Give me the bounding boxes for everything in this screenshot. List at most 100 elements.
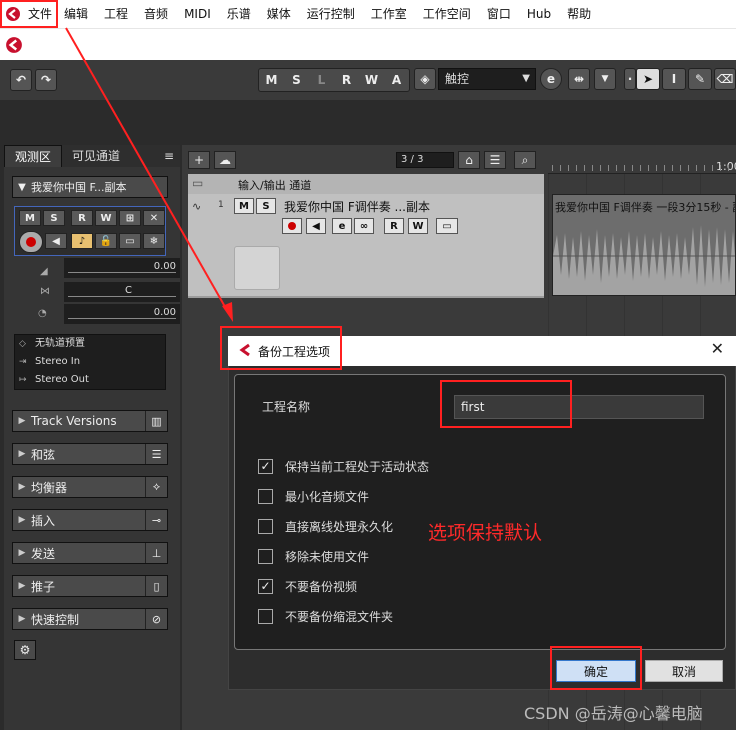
menu-file[interactable]: 文件 bbox=[24, 0, 56, 28]
menu-help[interactable]: 帮助 bbox=[559, 0, 599, 28]
checkbox-freeze-edits[interactable] bbox=[258, 518, 273, 534]
audio-track[interactable]: ∿ 1 M S 我爱你中国 F调伴奏 ...副本 ◀ e ∞ R W ▭ bbox=[188, 194, 544, 296]
cubase-logo-icon bbox=[238, 342, 254, 361]
menu-hub[interactable]: Hub bbox=[519, 0, 559, 28]
option-freeze-edits[interactable]: 直接离线处理永久化 bbox=[258, 516, 393, 536]
menu-studio[interactable]: 工作室 bbox=[363, 0, 415, 28]
checkbox-no-mixdown[interactable] bbox=[258, 608, 273, 624]
audio-event[interactable]: 我爱你中国 F调伴奏 一段3分15秒 - 副本 bbox=[552, 194, 736, 296]
volume-fader[interactable]: 0.00 bbox=[64, 258, 180, 278]
checkbox-remove-unused[interactable] bbox=[258, 548, 273, 564]
cloud-icon[interactable]: ☁ bbox=[214, 151, 236, 169]
project-name-input[interactable] bbox=[454, 395, 704, 419]
cancel-button[interactable]: 取消 bbox=[645, 660, 723, 682]
menu-midi[interactable]: MIDI bbox=[176, 0, 219, 28]
time-ruler[interactable]: 1:00 bbox=[548, 148, 736, 174]
checkbox-keep-active[interactable]: ✓ bbox=[258, 458, 273, 474]
delay-fader[interactable]: 0.00 bbox=[64, 304, 180, 324]
output-routing[interactable]: ↦ Stereo Out bbox=[15, 371, 165, 389]
section-track-versions[interactable]: ▶ Track Versions ▥ bbox=[12, 410, 168, 432]
pencil-tool-icon[interactable]: ✎ bbox=[688, 68, 712, 90]
add-track-icon[interactable]: + bbox=[188, 151, 210, 169]
track-state-group: M S L R W A bbox=[258, 68, 410, 92]
track-record-icon[interactable] bbox=[282, 218, 302, 234]
read-button[interactable]: R bbox=[334, 69, 359, 91]
section-inserts[interactable]: ▶ 插入 ⊸ bbox=[12, 509, 168, 531]
redo-button[interactable]: ↷ bbox=[35, 69, 57, 91]
menu-audio[interactable]: 音频 bbox=[136, 0, 176, 28]
edit-channel-icon[interactable]: ⊞ bbox=[119, 210, 141, 226]
range-tool-icon[interactable]: I bbox=[662, 68, 686, 90]
track-solo-button[interactable]: S bbox=[256, 198, 276, 214]
track-read-button[interactable]: R bbox=[384, 218, 404, 234]
menu-window[interactable]: 窗口 bbox=[479, 0, 519, 28]
eraser-tool-icon[interactable]: ⌫ bbox=[714, 68, 736, 90]
close-icon[interactable]: ✕ bbox=[711, 339, 724, 358]
lock-icon[interactable]: 🔓 bbox=[95, 233, 117, 249]
section-sends[interactable]: ▶ 发送 ⊥ bbox=[12, 542, 168, 564]
monitor-icon[interactable]: ◀ bbox=[45, 233, 67, 249]
track-mute-button[interactable]: M bbox=[234, 198, 254, 214]
track-visibility-icon[interactable]: ⌂ bbox=[458, 151, 480, 169]
menu-media[interactable]: 媒体 bbox=[259, 0, 299, 28]
lanes-icon[interactable]: ▭ bbox=[119, 233, 141, 249]
menu-project[interactable]: 工程 bbox=[96, 0, 136, 28]
inspector-mute-button[interactable]: M bbox=[19, 210, 41, 226]
edit-icon[interactable]: e bbox=[540, 68, 562, 90]
tab-visibility[interactable]: 可见通道 bbox=[62, 145, 130, 167]
track-monitor-icon[interactable]: ◀ bbox=[306, 218, 326, 234]
checkbox-minimize-audio[interactable] bbox=[258, 488, 273, 504]
automation-mode-icon[interactable]: ◈ bbox=[414, 68, 436, 90]
track-name: 我爱你中国 F调伴奏 ...副本 bbox=[284, 200, 430, 214]
option-no-video[interactable]: ✓ 不要备份视频 bbox=[258, 576, 357, 596]
track-preset-slot[interactable]: ◇ 无轨道预置 bbox=[15, 335, 165, 353]
ok-button[interactable]: 确定 bbox=[556, 660, 636, 682]
bypass-icon[interactable]: ✕ bbox=[143, 210, 165, 226]
timebase-icon[interactable]: ♪ bbox=[71, 233, 93, 249]
track-edit-icon[interactable]: e bbox=[332, 218, 352, 234]
folder-track-name: 输入/输出 通道 bbox=[238, 179, 312, 192]
option-minimize-audio[interactable]: 最小化音频文件 bbox=[258, 486, 369, 506]
snap-icon[interactable]: ⇹ bbox=[568, 68, 590, 90]
track-lanes-icon[interactable]: ▭ bbox=[436, 218, 458, 234]
gear-icon[interactable]: ⚙ bbox=[14, 640, 36, 660]
track-link-icon[interactable]: ∞ bbox=[354, 218, 374, 234]
option-no-mixdown[interactable]: 不要备份缩混文件夹 bbox=[258, 606, 393, 626]
solo-button[interactable]: S bbox=[284, 69, 309, 91]
menu-edit[interactable]: 编辑 bbox=[56, 0, 96, 28]
inspector-track-header[interactable]: ▼ 我爱你中国 F...副本 bbox=[12, 176, 168, 198]
automation-mode-select[interactable]: 触控 ▼ bbox=[438, 68, 536, 90]
search-icon[interactable]: ⌕ bbox=[514, 151, 536, 169]
menu-workspaces[interactable]: 工作空间 bbox=[415, 0, 479, 28]
option-remove-unused[interactable]: 移除未使用文件 bbox=[258, 546, 369, 566]
track-versions-icon: ▥ bbox=[145, 411, 167, 431]
tab-inspector[interactable]: 观测区 bbox=[4, 145, 63, 167]
section-chords[interactable]: ▶ 和弦 ☰ bbox=[12, 443, 168, 465]
menu-transport[interactable]: 运行控制 bbox=[299, 0, 363, 28]
option-keep-active[interactable]: ✓ 保持当前工程处于活动状态 bbox=[258, 456, 429, 476]
write-button[interactable]: W bbox=[359, 69, 384, 91]
listen-button[interactable]: L bbox=[309, 69, 334, 91]
input-routing[interactable]: ⇥ Stereo In bbox=[15, 353, 165, 371]
pointer-tool-icon[interactable]: ➤ bbox=[636, 68, 660, 90]
chevron-down-icon[interactable]: ▼ bbox=[594, 68, 616, 90]
track-write-button[interactable]: W bbox=[408, 218, 428, 234]
mute-button[interactable]: M bbox=[259, 69, 284, 91]
folder-track[interactable]: ▭ 输入/输出 通道 bbox=[188, 174, 544, 194]
checkbox-no-video[interactable]: ✓ bbox=[258, 578, 273, 594]
section-fader[interactable]: ▶ 推子 ▯ bbox=[12, 575, 168, 597]
inspector-read-button[interactable]: R bbox=[71, 210, 93, 226]
section-equalizer[interactable]: ▶ 均衡器 ⟡ bbox=[12, 476, 168, 498]
automation-button[interactable]: A bbox=[384, 69, 409, 91]
inspector-solo-button[interactable]: S bbox=[43, 210, 65, 226]
pan-fader[interactable]: C bbox=[64, 282, 180, 302]
freeze-icon[interactable]: ❄ bbox=[143, 233, 165, 249]
record-enable-icon[interactable] bbox=[19, 231, 43, 253]
track-list-icon[interactable]: ☰ bbox=[484, 151, 506, 169]
menu-icon[interactable]: ≡ bbox=[158, 145, 180, 167]
automation-mode-value: 触控 bbox=[445, 72, 470, 86]
inspector-write-button[interactable]: W bbox=[95, 210, 117, 226]
undo-button[interactable]: ↶ bbox=[10, 69, 32, 91]
section-quick-controls[interactable]: ▶ 快速控制 ⊘ bbox=[12, 608, 168, 630]
menu-score[interactable]: 乐谱 bbox=[219, 0, 259, 28]
